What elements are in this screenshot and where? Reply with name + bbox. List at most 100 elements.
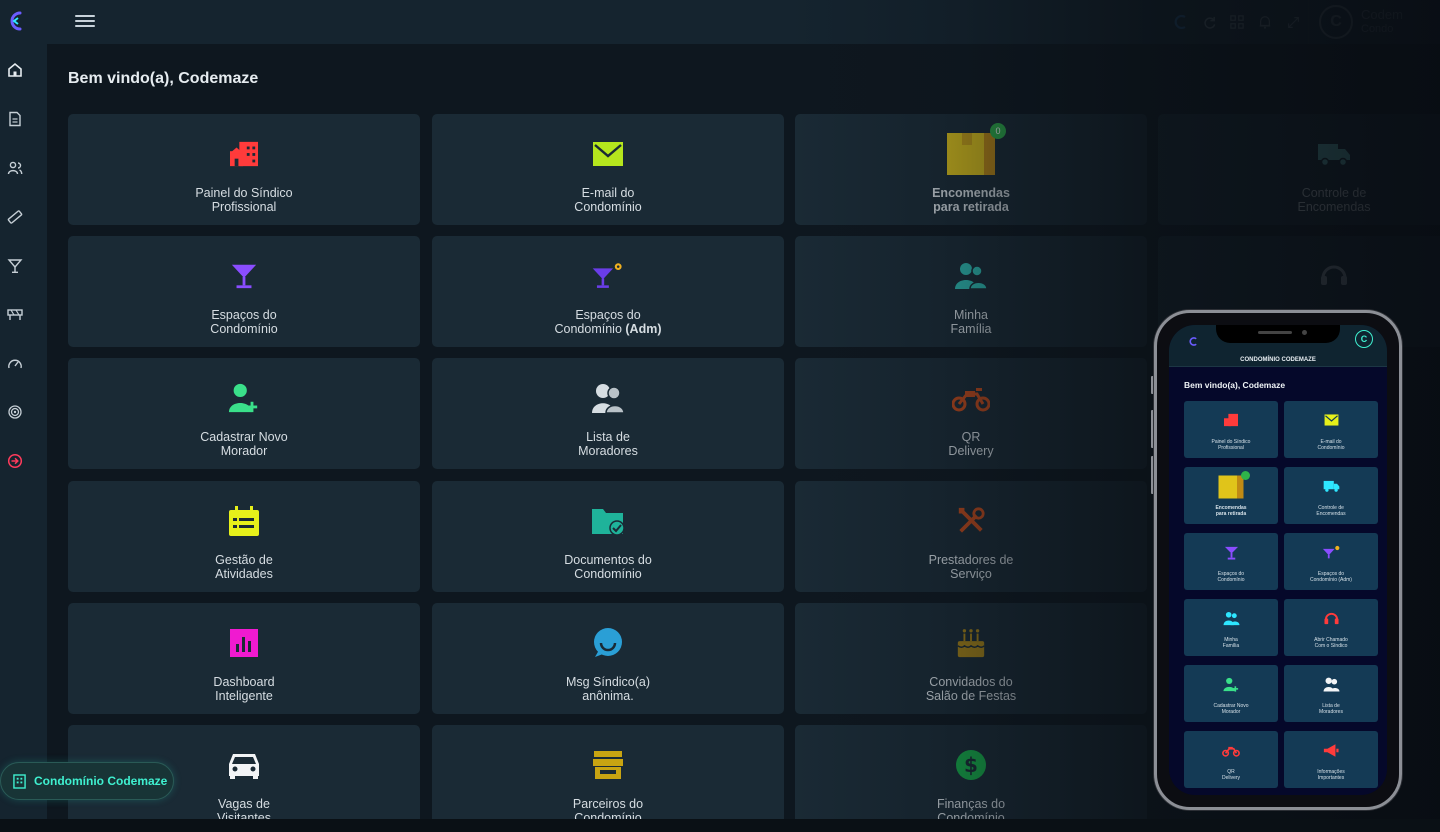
card-controle-encomendas[interactable]: Controle de Encomendas — [1158, 114, 1440, 225]
phone-card[interactable]: Informações Importantes — [1284, 731, 1378, 788]
phone-card[interactable]: Cadastrar Novo Morador — [1184, 665, 1278, 722]
phone-card[interactable]: Abrir Chamado Com o Síndico — [1284, 599, 1378, 656]
motorcycle-icon — [1222, 741, 1240, 759]
nav-home-icon[interactable] — [5, 60, 25, 80]
card-label: Controle de Encomendas — [1297, 186, 1371, 214]
condo-name: Condomínio Codemaze — [34, 774, 168, 788]
folder-check-icon — [591, 505, 625, 537]
user-name: Codem — [1361, 7, 1403, 22]
card-espacos-adm[interactable]: Espaços do Condomínio (Adm) — [432, 236, 784, 347]
nav-cocktail-icon[interactable] — [5, 256, 25, 276]
refresh-icon[interactable] — [1196, 9, 1222, 35]
megaphone-icon — [1322, 741, 1340, 759]
card-cadastrar-morador[interactable]: Cadastrar Novo Morador — [68, 358, 420, 469]
phone-status-bar: C — [1169, 325, 1387, 355]
phone-card[interactable]: Painel do Síndico Profissional — [1184, 401, 1278, 458]
bell-icon[interactable] — [1252, 9, 1278, 35]
card-label: Convidados do Salão de Festas — [925, 675, 1017, 703]
chart-icon — [227, 627, 261, 659]
phone-header: CONDOMÍNIO CODEMAZE — [1169, 355, 1387, 367]
card-documentos[interactable]: Documentos do Condomínio — [432, 481, 784, 592]
card-label: Painel do Síndico Profissional — [195, 186, 293, 214]
phone-card[interactable]: Controle de Encomendas — [1284, 467, 1378, 524]
tools-icon — [954, 505, 988, 537]
cocktail-icon — [1222, 543, 1240, 561]
phone-card[interactable]: Espaços do Condomínio (Adm) — [1284, 533, 1378, 590]
nav-document-icon[interactable] — [5, 109, 25, 129]
card-label: Encomendas para retirada — [932, 186, 1010, 214]
brand-icon — [1189, 337, 1197, 346]
card-label: Prestadores de Serviço — [928, 553, 1014, 581]
users-icon — [591, 382, 625, 414]
phone-card[interactable]: E-mail do Condomínio — [1284, 401, 1378, 458]
nav-ruler-icon[interactable] — [5, 207, 25, 227]
cocktail-gear-icon — [591, 260, 625, 292]
user-sub: Condo — [1361, 23, 1394, 35]
topbar-actions: C Codem Condo — [1168, 0, 1440, 44]
sidebar — [0, 0, 47, 832]
nav-barrier-icon[interactable] — [5, 304, 25, 324]
truck-icon — [1317, 138, 1351, 170]
car-icon — [227, 749, 261, 781]
package-icon — [1218, 475, 1244, 499]
cake-icon — [954, 627, 988, 659]
card-espacos[interactable]: Espaços do Condomínio — [68, 236, 420, 347]
user-menu[interactable]: C Codem Condo — [1308, 0, 1440, 44]
app-logo-icon[interactable] — [6, 10, 26, 32]
phone-card[interactable]: Espaços do Condomínio — [1184, 533, 1278, 590]
cocktail-icon — [227, 260, 261, 292]
phone-card[interactable]: Encomendas para retirada — [1184, 467, 1278, 524]
building-icon — [1222, 411, 1240, 429]
avatar: C — [1319, 5, 1353, 39]
svg-text:$: $ — [964, 753, 978, 777]
phone-card[interactable]: Minha Família — [1184, 599, 1278, 656]
apps-grid-icon[interactable] — [1224, 9, 1250, 35]
card-label: E-mail do Condomínio — [574, 186, 642, 214]
page-title: Bem vindo(a), Codemaze — [68, 70, 259, 87]
dollar-icon: $ — [954, 749, 988, 781]
building-icon — [13, 773, 26, 789]
store-icon — [591, 749, 625, 781]
card-email[interactable]: E-mail do Condomínio — [432, 114, 784, 225]
envelope-icon — [1322, 411, 1340, 429]
card-dashboard[interactable]: Dashboard Inteligente — [68, 603, 420, 714]
users-icon — [1322, 675, 1340, 693]
truck-icon — [1322, 477, 1340, 495]
phone-card[interactable]: Lista de Moradores — [1284, 665, 1378, 722]
card-msg-sindico[interactable]: Msg Síndico(a) anônima. — [432, 603, 784, 714]
phone-screen: C CONDOMÍNIO CODEMAZE Bem vindo(a), Code… — [1169, 325, 1387, 795]
expand-icon[interactable] — [1280, 9, 1306, 35]
envelope-icon — [591, 138, 625, 170]
condo-selector-button[interactable]: Condomínio Codemaze — [0, 762, 174, 800]
card-parceiros[interactable]: Parceiros do Condomínio — [432, 725, 784, 832]
nav-users-icon[interactable] — [5, 158, 25, 178]
menu-toggle-icon[interactable] — [75, 12, 95, 30]
bottom-bar — [0, 819, 1440, 832]
brand-icon[interactable] — [1168, 9, 1194, 35]
phone-mockup: C CONDOMÍNIO CODEMAZE Bem vindo(a), Code… — [1154, 310, 1402, 810]
nav-spiral-icon[interactable] — [5, 402, 25, 422]
card-label: QR Delivery — [948, 430, 994, 458]
headset-icon — [1322, 609, 1340, 627]
count-badge — [1241, 471, 1250, 480]
card-encomendas[interactable]: 0 Encomendas para retirada — [795, 114, 1147, 225]
card-label: Lista de Moradores — [578, 430, 638, 458]
card-convidados[interactable]: Convidados do Salão de Festas — [795, 603, 1147, 714]
phone-notch — [1216, 325, 1340, 343]
card-minha-familia[interactable]: Minha Família — [795, 236, 1147, 347]
phone-card[interactable]: QR Delivery — [1184, 731, 1278, 788]
card-label: Dashboard Inteligente — [213, 675, 275, 703]
package-icon: 0 — [946, 123, 1006, 176]
nav-gauge-icon[interactable] — [5, 354, 25, 374]
nav-logout-icon[interactable] — [5, 451, 25, 471]
card-qr-delivery[interactable]: QR Delivery — [795, 358, 1147, 469]
card-lista-moradores[interactable]: Lista de Moradores — [432, 358, 784, 469]
card-label: Msg Síndico(a) anônima. — [565, 675, 651, 703]
family-icon — [1222, 609, 1240, 627]
card-painel-sindico[interactable]: Painel do Síndico Profissional — [68, 114, 420, 225]
card-label: Gestão de Atividades — [215, 553, 273, 581]
card-financas[interactable]: $ Finanças do Condomínio — [795, 725, 1147, 832]
card-prestadores[interactable]: Prestadores de Serviço — [795, 481, 1147, 592]
avatar[interactable]: C — [1355, 330, 1373, 348]
card-gestao-atividades[interactable]: Gestão de Atividades — [68, 481, 420, 592]
